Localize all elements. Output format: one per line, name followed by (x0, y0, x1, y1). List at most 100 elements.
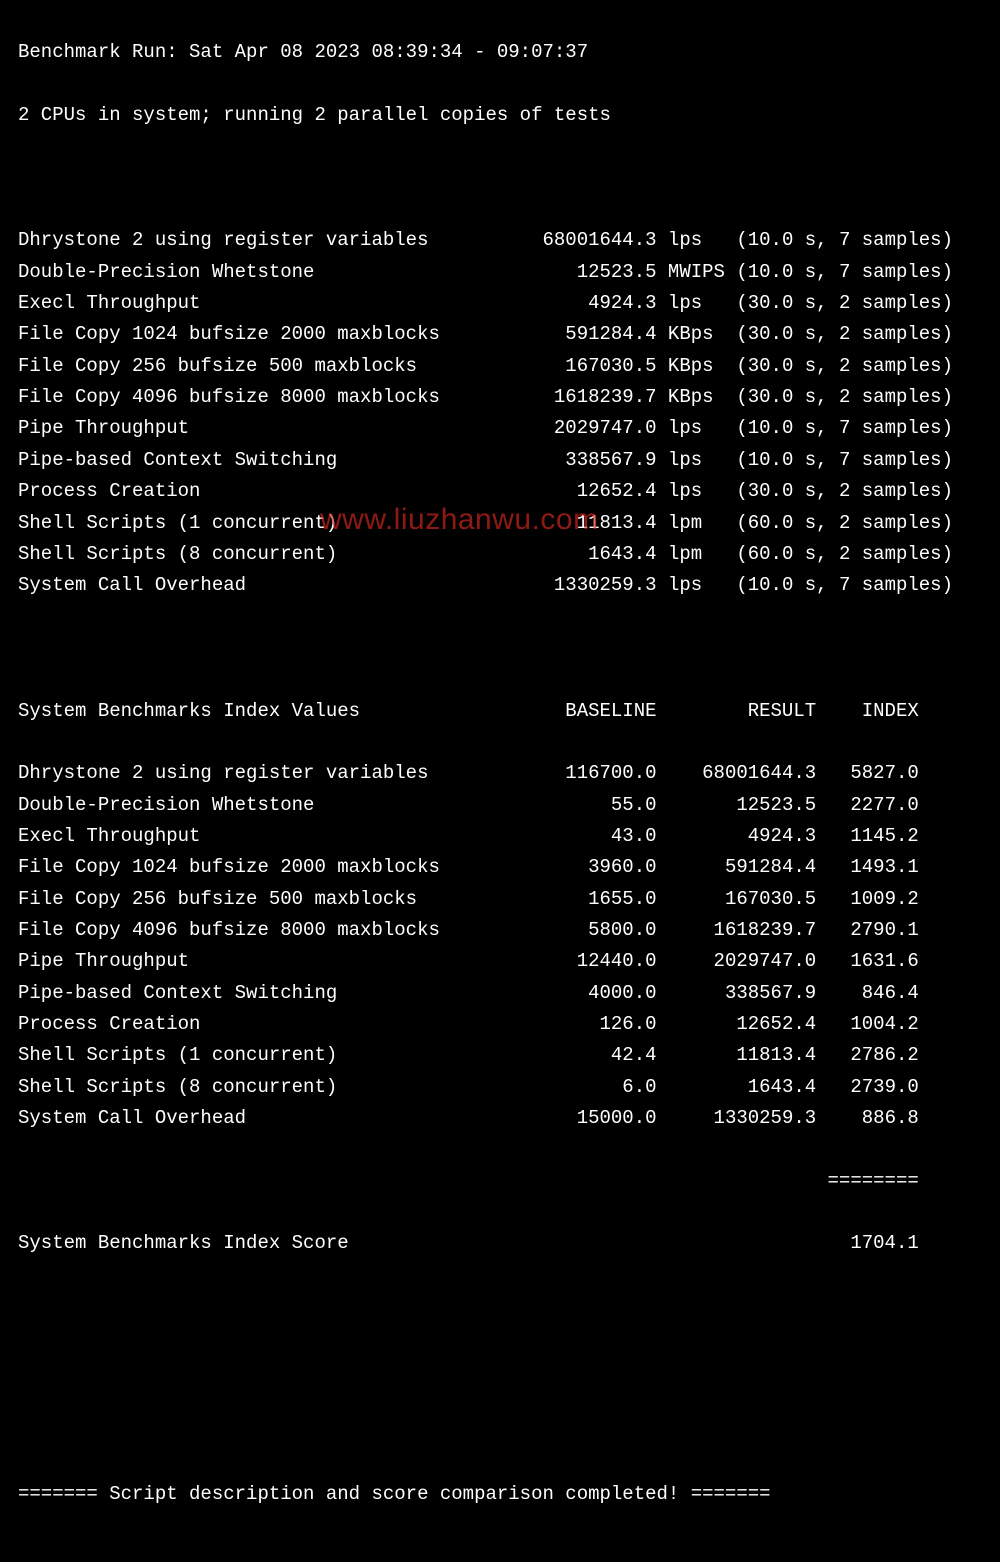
test-name: Shell Scripts (1 concurrent) (18, 512, 474, 534)
index-name: Shell Scripts (1 concurrent) (18, 1044, 497, 1066)
index-name: Dhrystone 2 using register variables (18, 762, 497, 784)
blank-line (18, 1354, 982, 1385)
index-baseline: 4000.0 (497, 982, 657, 1004)
test-unit: KBps (657, 355, 737, 377)
test-timing: (10.0 s, 7 samples) (736, 449, 953, 471)
test-timing: (10.0 s, 7 samples) (736, 417, 953, 439)
test-unit: MWIPS (657, 261, 737, 283)
tests-block: Dhrystone 2 using register variables 680… (18, 225, 982, 601)
index-name: Double-Precision Whetstone (18, 794, 497, 816)
index-row: File Copy 1024 bufsize 2000 maxblocks 39… (18, 852, 982, 883)
index-result: 1643.4 (657, 1076, 817, 1098)
index-result: 11813.4 (657, 1044, 817, 1066)
test-row: Process Creation 12652.4 lps (30.0 s, 2 … (18, 476, 982, 507)
test-value: 1330259.3 (474, 574, 656, 596)
index-result: 167030.5 (657, 888, 817, 910)
test-value: 167030.5 (474, 355, 656, 377)
index-result: 1330259.3 (657, 1107, 817, 1129)
test-unit: lpm (657, 543, 737, 565)
test-unit: lps (657, 574, 737, 596)
test-name: Double-Precision Whetstone (18, 261, 474, 283)
index-index: 1004.2 (816, 1013, 919, 1035)
index-baseline: 43.0 (497, 825, 657, 847)
index-row: Dhrystone 2 using register variables 116… (18, 758, 982, 789)
test-name: Dhrystone 2 using register variables (18, 229, 474, 251)
test-name: Pipe-based Context Switching (18, 449, 474, 471)
test-timing: (30.0 s, 2 samples) (736, 355, 953, 377)
test-value: 12652.4 (474, 480, 656, 502)
index-index: 1493.1 (816, 856, 919, 878)
test-value: 68001644.3 (474, 229, 656, 251)
test-value: 2029747.0 (474, 417, 656, 439)
test-row: Pipe-based Context Switching 338567.9 lp… (18, 445, 982, 476)
test-value: 338567.9 (474, 449, 656, 471)
test-unit: KBps (657, 323, 737, 345)
index-row: File Copy 4096 bufsize 8000 maxblocks 58… (18, 915, 982, 946)
test-timing: (10.0 s, 7 samples) (736, 229, 953, 251)
index-index: 2739.0 (816, 1076, 919, 1098)
index-baseline: 55.0 (497, 794, 657, 816)
test-row: Execl Throughput 4924.3 lps (30.0 s, 2 s… (18, 288, 982, 319)
blank-line (18, 633, 982, 664)
test-value: 11813.4 (474, 512, 656, 534)
index-row: Pipe Throughput 12440.0 2029747.0 1631.6 (18, 946, 982, 977)
index-row: Pipe-based Context Switching 4000.0 3385… (18, 978, 982, 1009)
index-name: Pipe Throughput (18, 950, 497, 972)
blank-line (18, 1416, 982, 1447)
index-name: Pipe-based Context Switching (18, 982, 497, 1004)
test-timing: (10.0 s, 7 samples) (736, 574, 953, 596)
footer-line: ======= Script description and score com… (18, 1479, 982, 1510)
test-name: File Copy 256 bufsize 500 maxblocks (18, 355, 474, 377)
index-index: 1145.2 (816, 825, 919, 847)
index-separator: ======== (18, 1166, 982, 1197)
test-row: Pipe Throughput 2029747.0 lps (10.0 s, 7… (18, 413, 982, 444)
test-name: Pipe Throughput (18, 417, 474, 439)
test-row: Shell Scripts (1 concurrent) 11813.4 lpm… (18, 508, 982, 539)
test-unit: lps (657, 449, 737, 471)
index-index: 2790.1 (816, 919, 919, 941)
index-result: 2029747.0 (657, 950, 817, 972)
index-index: 2786.2 (816, 1044, 919, 1066)
test-row: File Copy 4096 bufsize 8000 maxblocks 16… (18, 382, 982, 413)
test-value: 1643.4 (474, 543, 656, 565)
index-row: Execl Throughput 43.0 4924.3 1145.2 (18, 821, 982, 852)
index-baseline: 12440.0 (497, 950, 657, 972)
index-name: Execl Throughput (18, 825, 497, 847)
test-value: 4924.3 (474, 292, 656, 314)
index-result: 12652.4 (657, 1013, 817, 1035)
index-index: 1009.2 (816, 888, 919, 910)
index-baseline: 15000.0 (497, 1107, 657, 1129)
index-row: File Copy 256 bufsize 500 maxblocks 1655… (18, 884, 982, 915)
test-row: File Copy 1024 bufsize 2000 maxblocks 59… (18, 319, 982, 350)
test-name: System Call Overhead (18, 574, 474, 596)
blank-line (18, 1291, 982, 1322)
test-timing: (60.0 s, 2 samples) (736, 512, 953, 534)
index-result: 338567.9 (657, 982, 817, 1004)
index-index: 1631.6 (816, 950, 919, 972)
test-timing: (10.0 s, 7 samples) (736, 261, 953, 283)
test-name: Shell Scripts (8 concurrent) (18, 543, 474, 565)
cpu-line: 2 CPUs in system; running 2 parallel cop… (18, 100, 982, 131)
test-row: Shell Scripts (8 concurrent) 1643.4 lpm … (18, 539, 982, 570)
test-name: Process Creation (18, 480, 474, 502)
index-name: File Copy 256 bufsize 500 maxblocks (18, 888, 497, 910)
index-baseline: 116700.0 (497, 762, 657, 784)
test-row: System Call Overhead 1330259.3 lps (10.0… (18, 570, 982, 601)
blank-line (18, 163, 982, 194)
index-row: Process Creation 126.0 12652.4 1004.2 (18, 1009, 982, 1040)
index-baseline: 6.0 (497, 1076, 657, 1098)
index-row: System Call Overhead 15000.0 1330259.3 8… (18, 1103, 982, 1134)
test-unit: lps (657, 480, 737, 502)
test-timing: (60.0 s, 2 samples) (736, 543, 953, 565)
index-block: Dhrystone 2 using register variables 116… (18, 758, 982, 1134)
index-index: 846.4 (816, 982, 919, 1004)
index-row: Shell Scripts (1 concurrent) 42.4 11813.… (18, 1040, 982, 1071)
index-result: 591284.4 (657, 856, 817, 878)
test-unit: lpm (657, 512, 737, 534)
test-value: 591284.4 (474, 323, 656, 345)
test-row: Dhrystone 2 using register variables 680… (18, 225, 982, 256)
test-unit: lps (657, 292, 737, 314)
test-name: Execl Throughput (18, 292, 474, 314)
index-row: Shell Scripts (8 concurrent) 6.0 1643.4 … (18, 1072, 982, 1103)
index-baseline: 5800.0 (497, 919, 657, 941)
